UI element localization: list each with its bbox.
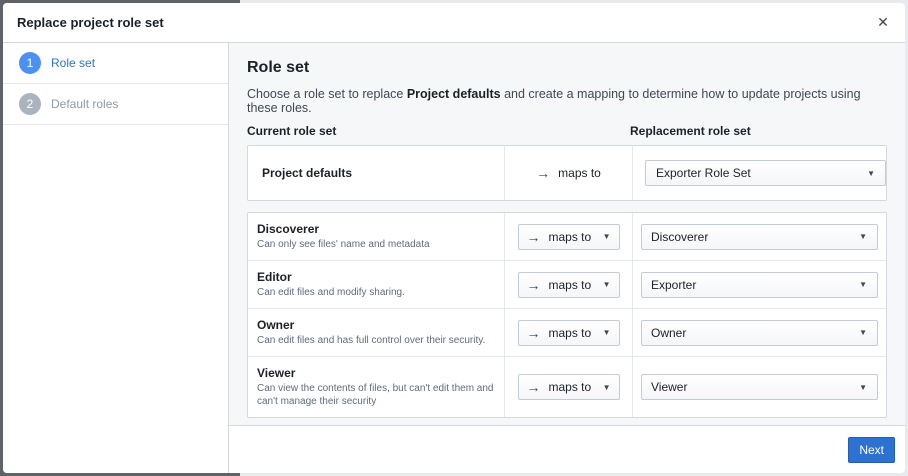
maps-to-text: maps to	[548, 380, 592, 394]
replacement-role-select[interactable]: Exporter ▼	[641, 271, 878, 298]
role-row-viewer: Viewer Can view the contents of files, b…	[248, 357, 886, 417]
role-description: Can view the contents of files, but can'…	[257, 383, 494, 407]
role-row-editor: Editor Can edit files and modify sharing…	[248, 261, 886, 309]
arrow-right-icon: →	[526, 324, 541, 341]
caret-down-icon: ▼	[859, 232, 867, 241]
arrow-right-icon: →	[536, 165, 551, 181]
description: Choose a role set to replace Project def…	[247, 87, 887, 115]
current-role-set-header: Current role set	[247, 124, 337, 138]
replacement-role-set-header: Replacement role set	[630, 124, 751, 138]
select-value: Owner	[651, 325, 687, 340]
maps-to-text: maps to	[548, 229, 592, 244]
next-button[interactable]: Next	[848, 436, 895, 463]
defaults-name-cell: Project defaults	[248, 146, 504, 200]
role-name-cell: Editor Can edit files and modify sharing…	[248, 261, 504, 308]
description-bold: Project defaults	[406, 87, 501, 101]
maps-to-text: maps to	[548, 277, 592, 292]
dialog-header: Replace project role set ✕	[3, 3, 905, 43]
dialog-footer: Next	[229, 425, 905, 473]
maps-to-text: maps to	[548, 325, 592, 340]
role-map-cell: → maps to ▼	[504, 213, 632, 260]
defaults-replacement-cell: Exporter Role Set ▼	[632, 146, 886, 200]
dialog-body: 1 Role set 2 Default roles Role set Choo…	[3, 43, 905, 473]
select-value: Discoverer	[651, 229, 709, 244]
caret-down-icon: ▼	[602, 382, 611, 392]
role-name-cell: Discoverer Can only see files' name and …	[248, 213, 504, 260]
maps-to-button[interactable]: → maps to ▼	[517, 223, 620, 250]
role-description: Can edit files and has full control over…	[257, 335, 486, 346]
arrow-right-icon: →	[526, 228, 541, 245]
role-map-cell: → maps to ▼	[504, 357, 632, 417]
defaults-map-cell: → maps to	[504, 146, 632, 200]
role-name: Discoverer	[257, 222, 320, 236]
role-name-cell: Viewer Can view the contents of files, b…	[248, 357, 504, 417]
replacement-role-set-select[interactable]: Exporter Role Set ▼	[645, 160, 886, 186]
caret-down-icon: ▼	[859, 328, 867, 337]
role-description: Can edit files and modify sharing.	[257, 287, 405, 298]
content: Role set Choose a role set to replace Pr…	[229, 43, 905, 425]
maps-to-label: → maps to	[536, 165, 601, 181]
role-name: Editor	[257, 270, 292, 284]
role-map-cell: → maps to ▼	[504, 309, 632, 356]
step-number: 1	[19, 52, 41, 74]
section-title: Role set	[247, 59, 310, 76]
maps-to-button[interactable]: → maps to ▼	[517, 374, 620, 400]
main-panel: Role set Choose a role set to replace Pr…	[229, 43, 905, 473]
maps-to-text: maps to	[558, 166, 601, 180]
role-row-discoverer: Discoverer Can only see files' name and …	[248, 213, 886, 261]
role-name: Viewer	[257, 366, 296, 380]
replacement-role-select[interactable]: Discoverer ▼	[641, 223, 878, 250]
role-replacement-cell: Owner ▼	[632, 309, 886, 356]
role-description: Can only see files' name and metadata	[257, 239, 430, 250]
role-name: Owner	[257, 318, 295, 332]
select-value: Exporter	[651, 277, 697, 292]
column-headers: Current role set Replacement role set	[247, 124, 887, 138]
maps-to-button[interactable]: → maps to ▼	[517, 271, 620, 298]
description-text: Choose a role set to replace	[247, 87, 407, 101]
defaults-mapping-card: Project defaults → maps to Exporter Role…	[247, 145, 887, 201]
defaults-name: Project defaults	[262, 166, 353, 180]
maps-to-button[interactable]: → maps to ▼	[517, 319, 620, 346]
step-default-roles[interactable]: 2 Default roles	[3, 84, 228, 125]
caret-down-icon: ▼	[602, 232, 611, 241]
step-label: Default roles	[51, 97, 119, 111]
role-replacement-cell: Exporter ▼	[632, 261, 886, 308]
replace-role-set-dialog: Replace project role set ✕ 1 Role set 2 …	[3, 3, 905, 473]
roles-mapping-card: Discoverer Can only see files' name and …	[247, 212, 887, 418]
role-row-owner: Owner Can edit files and has full contro…	[248, 309, 886, 357]
role-replacement-cell: Viewer ▼	[632, 357, 886, 417]
role-map-cell: → maps to ▼	[504, 261, 632, 308]
close-icon[interactable]: ✕	[873, 13, 893, 33]
caret-down-icon: ▼	[859, 280, 867, 289]
dialog-title: Replace project role set	[17, 15, 164, 30]
arrow-right-icon: →	[526, 276, 541, 293]
caret-down-icon: ▼	[859, 382, 867, 392]
step-role-set[interactable]: 1 Role set	[3, 43, 228, 84]
caret-down-icon: ▼	[867, 168, 875, 178]
select-value: Exporter Role Set	[656, 166, 751, 180]
role-replacement-cell: Discoverer ▼	[632, 213, 886, 260]
step-label: Role set	[51, 56, 96, 70]
arrow-right-icon: →	[526, 379, 541, 395]
replacement-role-select[interactable]: Owner ▼	[641, 319, 878, 346]
role-name-cell: Owner Can edit files and has full contro…	[248, 309, 504, 356]
step-number: 2	[19, 93, 41, 115]
caret-down-icon: ▼	[602, 280, 611, 289]
select-value: Viewer	[651, 380, 688, 394]
replacement-role-select[interactable]: Viewer ▼	[641, 374, 878, 400]
stepper: 1 Role set 2 Default roles	[3, 43, 229, 473]
caret-down-icon: ▼	[602, 328, 611, 337]
